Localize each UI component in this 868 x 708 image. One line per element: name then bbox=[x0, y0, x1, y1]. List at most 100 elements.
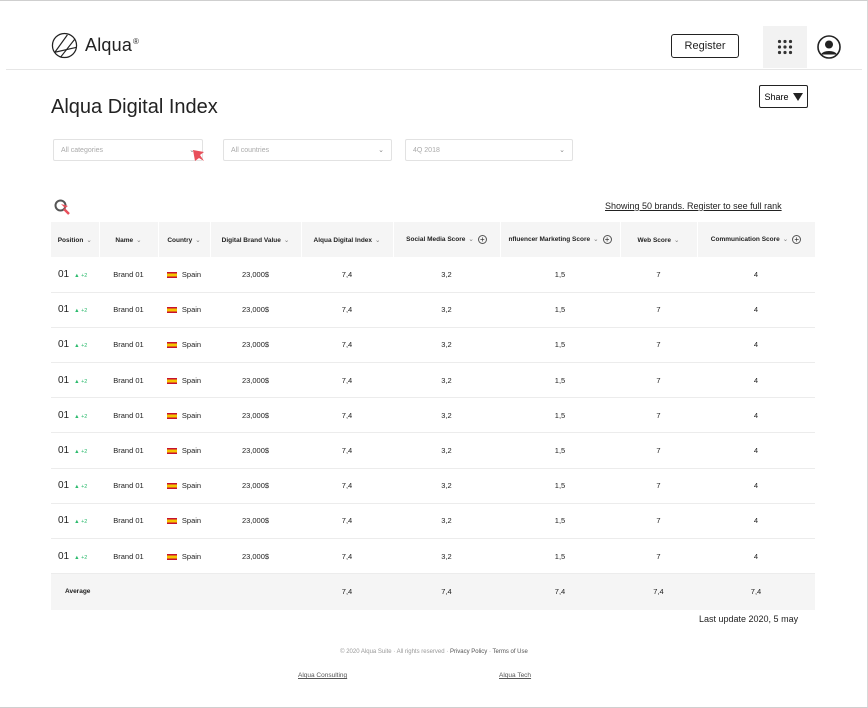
col-country[interactable]: Country ⌄ bbox=[158, 222, 211, 257]
register-button[interactable]: Register bbox=[671, 34, 739, 58]
cell-communication-score: 4 bbox=[697, 327, 815, 364]
position-delta: ▲ +2 bbox=[74, 449, 88, 456]
cell-name: Brand 01 bbox=[99, 327, 158, 364]
cell-influencer-marketing-score: 1,5 bbox=[500, 538, 620, 575]
logo[interactable]: Alqua® bbox=[51, 32, 139, 59]
cell-communication-score: 4 bbox=[697, 257, 815, 293]
position-delta: ▲ +2 bbox=[74, 413, 88, 420]
cell-position: 01 ▲ +2 bbox=[51, 292, 99, 328]
cell-country: Spain bbox=[158, 257, 210, 293]
cell-position: 01 ▲ +2 bbox=[51, 257, 99, 293]
share-button[interactable]: Share bbox=[759, 85, 808, 108]
cell-social-media-score: 3,2 bbox=[393, 362, 500, 399]
country-value: All countries bbox=[231, 146, 270, 154]
search-icon[interactable] bbox=[54, 199, 70, 215]
cell-digital-brand-value: 23,000$ bbox=[210, 327, 301, 364]
table-row[interactable]: 01 ▲ +2 Brand 01 Spain 23,000$ 7,4 3,2 1,5 7 4 bbox=[51, 292, 815, 328]
cell-web-score: 7 bbox=[620, 362, 697, 399]
position-number: 01 bbox=[58, 515, 70, 527]
apps-grid-icon bbox=[777, 39, 793, 55]
cell-influencer-marketing-score: 1,5 bbox=[500, 468, 620, 504]
top-bar: Alqua® Register bbox=[6, 24, 862, 70]
register-full-rank-link[interactable]: Showing 50 brands. Register to see full … bbox=[605, 201, 782, 211]
table-row[interactable]: 01 ▲ +2 Brand 01 Spain 23,000$ 7,4 3,2 1,5 7 4 bbox=[51, 362, 815, 399]
cell-country: Spain bbox=[158, 397, 210, 434]
col-alqua-digital-index[interactable]: Alqua Digital Index ⌄ bbox=[301, 222, 394, 257]
apps-button[interactable] bbox=[763, 26, 807, 68]
cell-influencer-marketing-score: 1,5 bbox=[500, 257, 620, 293]
position-delta: ▲ +2 bbox=[74, 519, 88, 526]
position-number: 01 bbox=[58, 480, 70, 492]
alqua-tech-link[interactable]: Alqua Tech bbox=[499, 672, 531, 679]
cell-web-score: 7 bbox=[620, 257, 697, 293]
position-delta: ▲ +2 bbox=[74, 554, 88, 561]
cell-influencer-marketing-score: 1,5 bbox=[500, 432, 620, 469]
table-row[interactable]: 01 ▲ +2 Brand 01 Spain 23,000$ 7,4 3,2 1,5 7 4 bbox=[51, 257, 815, 293]
cell-name: Brand 01 bbox=[99, 257, 158, 293]
cell-position: 01 ▲ +2 bbox=[51, 468, 99, 504]
cell-name: Brand 01 bbox=[99, 468, 158, 504]
col-web-score[interactable]: Web Score ⌄ bbox=[620, 222, 698, 257]
chevron-down-icon: ⌄ bbox=[375, 236, 381, 244]
chevron-down-icon: ⌄ bbox=[559, 147, 565, 154]
cell-position: 01 ▲ +2 bbox=[51, 397, 99, 434]
position-number: 01 bbox=[58, 339, 70, 351]
footer-copyright: © 2020 Alqua Suite · All rights reserved… bbox=[340, 649, 528, 655]
position-number: 01 bbox=[58, 304, 70, 316]
table-row[interactable]: 01 ▲ +2 Brand 01 Spain 23,000$ 7,4 3,2 1,5 7 4 bbox=[51, 503, 815, 540]
position-number: 01 bbox=[58, 374, 70, 386]
table-row[interactable]: 01 ▲ +2 Brand 01 Spain 23,000$ 7,4 3,2 1,5 7 4 bbox=[51, 538, 815, 575]
cell-position: 01 ▲ +2 bbox=[51, 503, 99, 540]
cell-social-media-score: 3,2 bbox=[393, 327, 500, 364]
cell-alqua-digital-index: 7,4 bbox=[301, 503, 393, 540]
cell-communication-score: 4 bbox=[697, 538, 815, 575]
terms-of-use-link[interactable]: Terms of Use bbox=[493, 649, 528, 655]
col-position[interactable]: Position ⌄ bbox=[51, 222, 100, 257]
cell-name: Brand 01 bbox=[99, 503, 158, 540]
user-icon[interactable] bbox=[817, 35, 841, 59]
chevron-down-icon: ⌄ bbox=[593, 236, 599, 244]
avg-social: 7,4 bbox=[393, 573, 500, 610]
cell-web-score: 7 bbox=[620, 538, 697, 575]
flag-spain-icon bbox=[166, 342, 177, 349]
page-title: Alqua Digital Index bbox=[51, 96, 218, 118]
alqua-consulting-link[interactable]: Alqua Consulting bbox=[298, 672, 347, 679]
cell-alqua-digital-index: 7,4 bbox=[301, 292, 393, 328]
table-body: 01 ▲ +2 Brand 01 Spain 23,000$ 7,4 3,2 1,5 7 4 01 ▲… bbox=[51, 257, 815, 575]
table-row[interactable]: 01 ▲ +2 Brand 01 Spain 23,000$ 7,4 3,2 1,5 7 4 bbox=[51, 432, 815, 469]
cell-influencer-marketing-score: 1,5 bbox=[500, 503, 620, 540]
table-header-row: Position ⌄ Name ⌄ Country ⌄ Digital Brand V… bbox=[51, 222, 816, 257]
position-delta: ▲ +2 bbox=[74, 272, 88, 279]
category-select[interactable]: All categories ⌄ bbox=[53, 139, 203, 161]
avg-communication: 7,4 bbox=[697, 573, 815, 610]
period-select[interactable]: 4Q 2018 ⌄ bbox=[405, 139, 573, 161]
cell-country: Spain bbox=[158, 432, 210, 469]
cell-social-media-score: 3,2 bbox=[393, 538, 500, 575]
cell-name: Brand 01 bbox=[99, 397, 158, 434]
col-digital-brand-value[interactable]: Digital Brand Value ⌄ bbox=[210, 222, 302, 257]
country-select[interactable]: All countries ⌄ bbox=[223, 139, 392, 161]
flag-spain-icon bbox=[166, 271, 177, 278]
privacy-policy-link[interactable]: Privacy Policy bbox=[450, 649, 487, 655]
table-row[interactable]: 01 ▲ +2 Brand 01 Spain 23,000$ 7,4 3,2 1,5 7 4 bbox=[51, 468, 815, 504]
add-circle-icon[interactable]: + bbox=[602, 235, 612, 244]
add-circle-icon[interactable]: + bbox=[792, 235, 802, 244]
add-circle-icon[interactable]: + bbox=[477, 235, 487, 244]
cell-communication-score: 4 bbox=[697, 292, 815, 328]
chevron-down-icon: ⌄ bbox=[86, 236, 92, 244]
chevron-down-icon: ⌄ bbox=[283, 236, 290, 244]
col-social-media-score[interactable]: Social Media Score ⌄ + bbox=[393, 222, 501, 257]
last-update: Last update 2020, 5 may bbox=[699, 614, 799, 624]
col-name[interactable]: Name ⌄ bbox=[99, 222, 159, 257]
cell-communication-score: 4 bbox=[697, 468, 815, 504]
col-communication-score[interactable]: Communication Score ⌄ + bbox=[697, 222, 816, 257]
table-row[interactable]: 01 ▲ +2 Brand 01 Spain 23,000$ 7,4 3,2 1,5 7 4 bbox=[51, 327, 815, 364]
cell-social-media-score: 3,2 bbox=[393, 468, 500, 504]
cell-country: Spain bbox=[158, 327, 210, 364]
cell-influencer-marketing-score: 1,5 bbox=[500, 327, 620, 364]
cell-name: Brand 01 bbox=[99, 538, 158, 575]
table-row[interactable]: 01 ▲ +2 Brand 01 Spain 23,000$ 7,4 3,2 1,5 7 4 bbox=[51, 397, 815, 434]
cell-web-score: 7 bbox=[620, 327, 697, 364]
cell-alqua-digital-index: 7,4 bbox=[301, 327, 393, 364]
col-influencer-marketing-score[interactable]: nfluencer Marketing Score ⌄ + bbox=[500, 222, 621, 257]
